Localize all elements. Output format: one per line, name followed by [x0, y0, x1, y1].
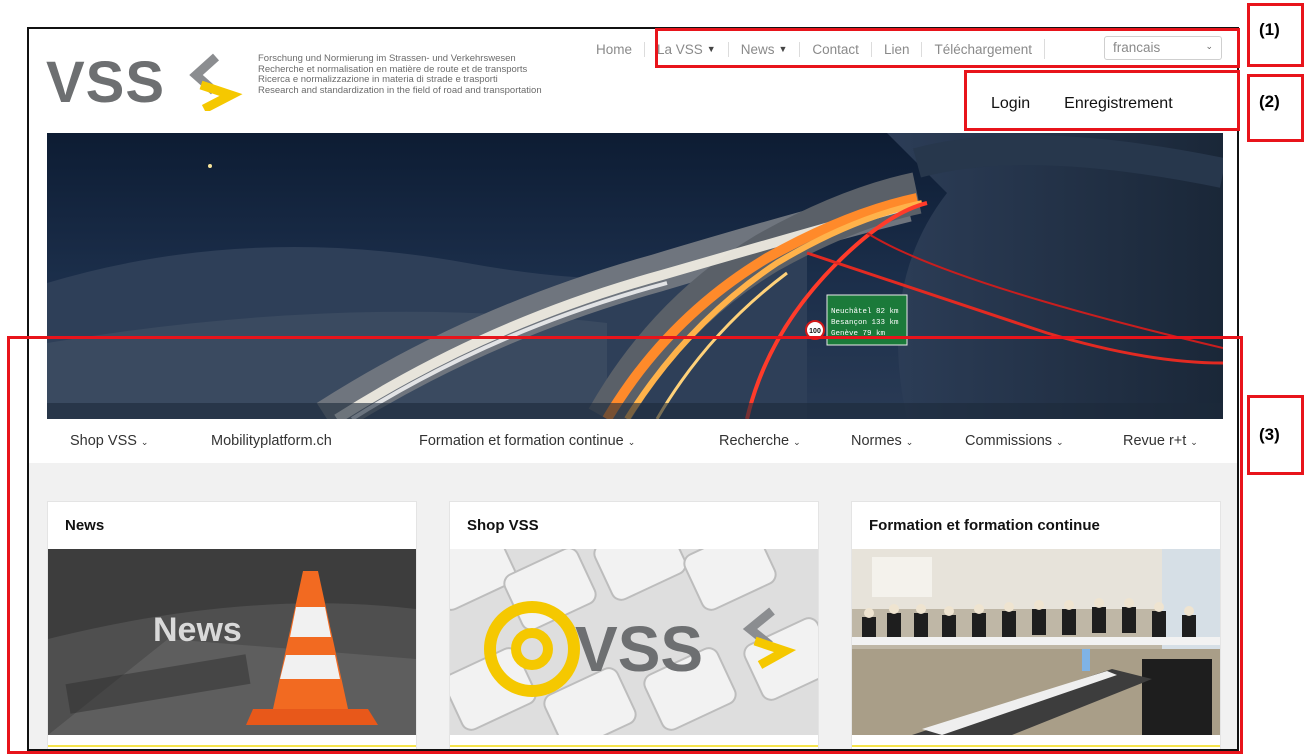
tagline-de: Forschung und Normierung im Strassen- un…	[258, 53, 516, 64]
topnav-home[interactable]: Home	[584, 42, 644, 57]
annotation-label-1: (1)	[1259, 20, 1280, 39]
tagline-en: Research and standardization in the fiel…	[258, 84, 542, 96]
vss-logo[interactable]: VSS	[46, 47, 246, 115]
tagline-it: Ricerca e normalizzazione in materia di …	[258, 74, 498, 85]
svg-text:Besançon 133 km: Besançon 133 km	[831, 319, 899, 327]
topnav-home-label: Home	[596, 41, 633, 57]
svg-text:Neuchâtel 82 km: Neuchâtel 82 km	[831, 308, 899, 316]
svg-text:100: 100	[809, 328, 821, 335]
annotation-box-1	[655, 28, 1240, 68]
annotation-box-3	[7, 336, 1243, 754]
annotation-label-3: (3)	[1259, 425, 1280, 444]
annotation-box-2	[964, 70, 1240, 131]
logo-text: VSS	[46, 50, 165, 111]
tagline: Forschung und Normierung im Strassen- un…	[258, 53, 542, 96]
annotation-label-2: (2)	[1259, 92, 1280, 111]
